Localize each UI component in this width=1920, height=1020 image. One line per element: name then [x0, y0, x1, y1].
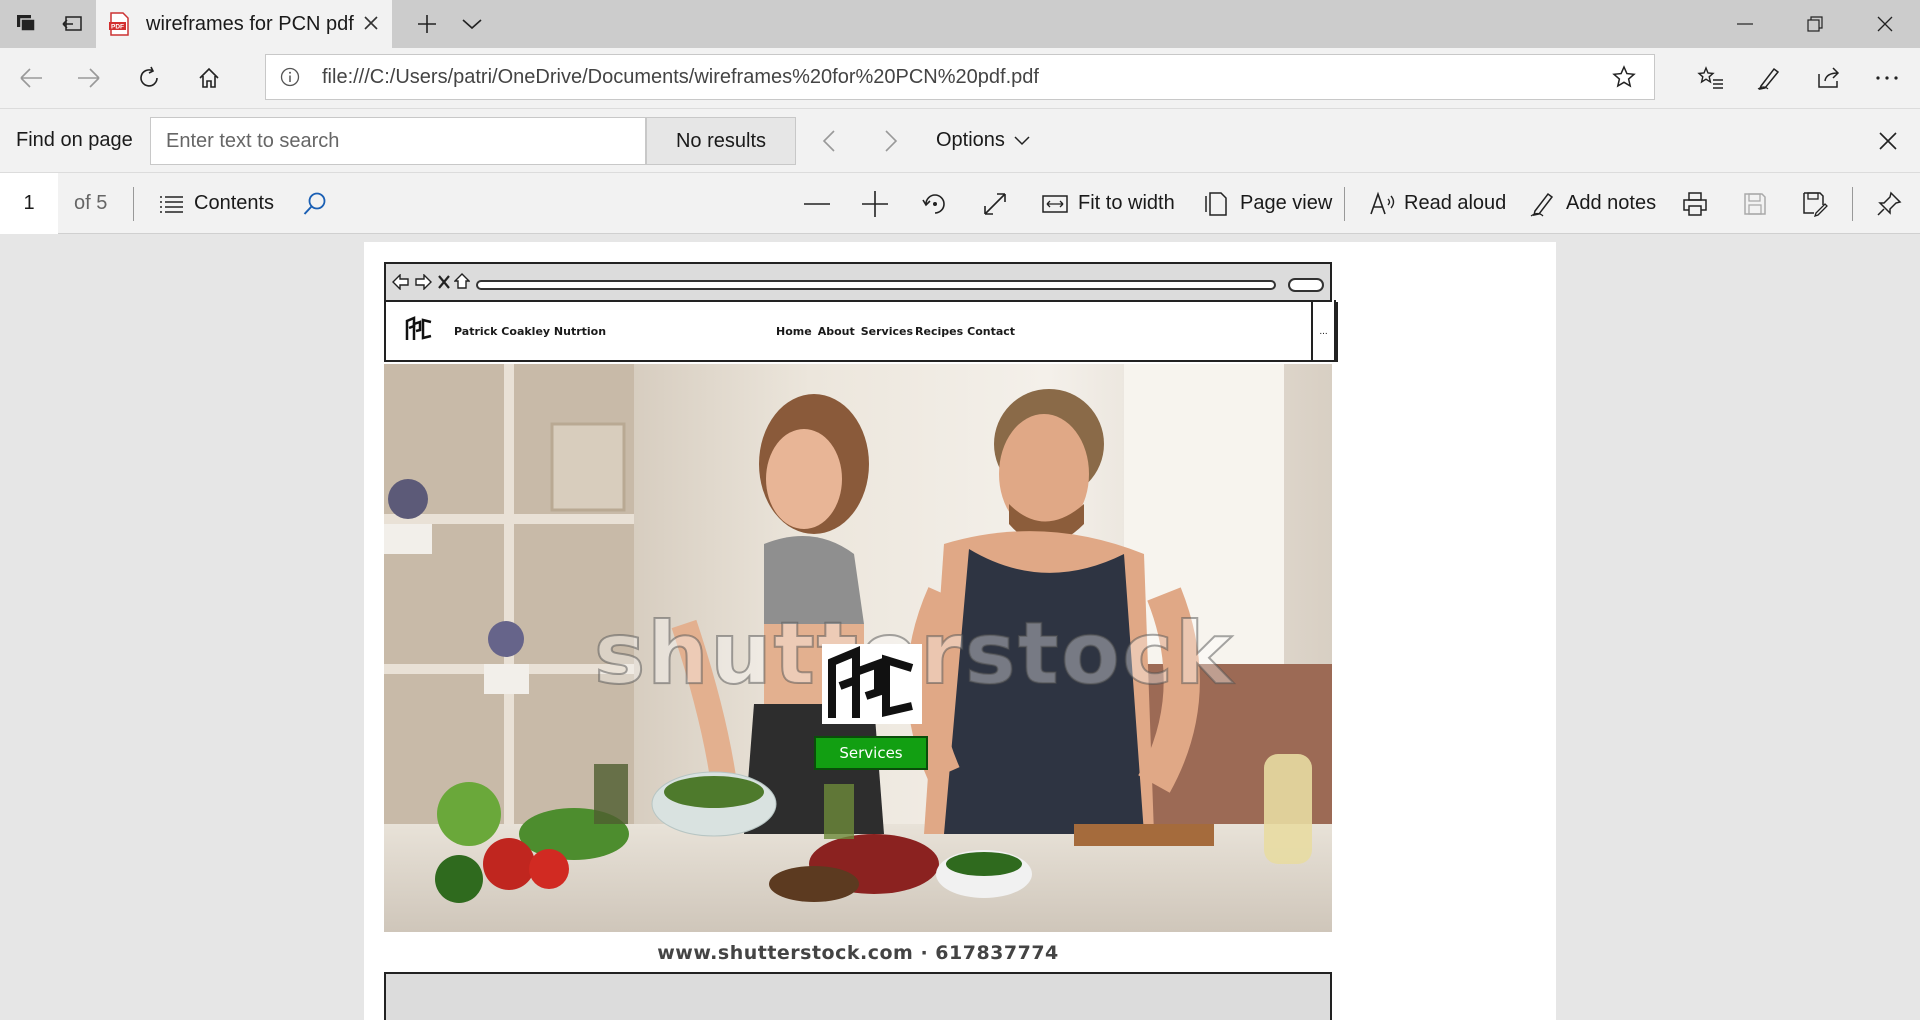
forward-arrow-icon[interactable]	[64, 48, 114, 108]
wireframe-nav-home: Home	[776, 325, 812, 338]
search-icon[interactable]	[298, 187, 332, 221]
save-icon[interactable]	[1738, 187, 1772, 221]
divider	[133, 187, 134, 221]
wireframe-url-bar	[476, 280, 1276, 290]
page-view-button[interactable]: Page view	[1240, 192, 1332, 215]
find-on-page-bar: Find on page No results Options	[0, 108, 1920, 172]
hero-photo: shutterstock Services	[384, 364, 1332, 932]
wireframe-content-section	[384, 972, 1332, 1020]
favorites-list-icon[interactable]	[1686, 48, 1736, 108]
wireframe-home-icon	[454, 273, 470, 289]
pin-toolbar-icon[interactable]	[1872, 187, 1906, 221]
tab-preview-chevron-down-icon[interactable]	[450, 0, 494, 48]
read-aloud-icon[interactable]	[1366, 187, 1400, 221]
contents-list-icon[interactable]	[155, 187, 189, 221]
restore-icon[interactable]	[1790, 0, 1840, 48]
fit-to-width-icon[interactable]	[1038, 187, 1072, 221]
wireframe-back-arrow-icon	[392, 274, 410, 290]
home-icon[interactable]	[184, 48, 234, 108]
minimize-icon[interactable]	[1720, 0, 1770, 48]
save-as-icon[interactable]	[1798, 187, 1832, 221]
site-info-icon[interactable]	[280, 67, 300, 87]
wireframe-header: Patrick Coakley Nutrtion Home About Serv…	[384, 300, 1338, 362]
hero-logo-icon	[822, 644, 922, 724]
wireframe-brand-name: Patrick Coakley Nutrtion	[454, 325, 607, 338]
fit-to-width-button[interactable]: Fit to width	[1078, 192, 1175, 215]
rotate-icon[interactable]	[918, 187, 952, 221]
wireframe-forward-arrow-icon	[414, 274, 432, 290]
find-label: Find on page	[16, 129, 133, 151]
close-find-bar-icon[interactable]	[1878, 131, 1898, 151]
contents-button[interactable]: Contents	[194, 192, 274, 215]
set-tabs-aside-icon[interactable]	[50, 0, 94, 48]
back-arrow-icon[interactable]	[6, 48, 56, 108]
tab-active[interactable]: PDF wireframes for PCN pdf	[96, 0, 392, 48]
close-window-icon[interactable]	[1860, 0, 1910, 48]
pdf-document-area[interactable]: Patrick Coakley Nutrtion Home About Serv…	[0, 234, 1920, 1020]
url-text[interactable]: file:///C:/Users/patri/OneDrive/Document…	[322, 66, 1039, 89]
favorite-star-icon[interactable]	[1612, 65, 1636, 89]
find-next-chevron-icon[interactable]	[884, 129, 898, 153]
find-options-label: Options	[936, 129, 1005, 151]
add-notes-pen-icon[interactable]	[1526, 187, 1560, 221]
wireframe-nav-links: Home About Services Recipes Contact	[776, 325, 1015, 338]
add-notes-button[interactable]: Add notes	[1566, 192, 1656, 215]
chevron-down-icon	[1013, 135, 1031, 147]
wireframe-logo-icon	[404, 316, 434, 342]
tab-manager-icon[interactable]	[4, 0, 48, 48]
find-results-count: No results	[646, 117, 796, 165]
wireframe-close-icon	[438, 275, 450, 289]
read-aloud-button[interactable]: Read aloud	[1404, 192, 1506, 215]
address-bar[interactable]: file:///C:/Users/patri/OneDrive/Document…	[265, 54, 1655, 100]
page-number-input[interactable]: 1	[0, 173, 58, 234]
refresh-icon[interactable]	[124, 48, 174, 108]
page-total: of 5	[74, 192, 108, 214]
share-icon[interactable]	[1804, 48, 1854, 108]
wireframe-nav-recipes: Recipes	[915, 325, 964, 338]
find-options-dropdown[interactable]: Options	[936, 129, 1031, 152]
find-search-input[interactable]	[150, 117, 646, 165]
pdf-page: Patrick Coakley Nutrtion Home About Serv…	[364, 242, 1556, 1020]
close-tab-icon[interactable]	[362, 14, 380, 32]
wireframe-nav-contact: Contact	[967, 325, 1016, 338]
wireframe-nav-about: About	[817, 325, 855, 338]
wireframe-nav-services: Services	[860, 325, 914, 338]
tab-bar: PDF wireframes for PCN pdf	[0, 0, 1920, 48]
wireframe-search-field	[1288, 278, 1324, 292]
svg-text:PDF: PDF	[111, 24, 124, 31]
wireframe-browser-bar	[384, 262, 1332, 302]
zoom-out-icon[interactable]	[800, 187, 834, 221]
divider	[1344, 187, 1345, 221]
pdf-file-icon: PDF	[108, 12, 130, 36]
web-note-pen-icon[interactable]	[1744, 48, 1794, 108]
fullscreen-expand-icon[interactable]	[978, 187, 1012, 221]
pdf-toolbar: 1 of 5 Contents Fit to width Page view R…	[0, 172, 1920, 234]
zoom-in-icon[interactable]	[858, 187, 892, 221]
services-button[interactable]: Services	[814, 736, 928, 770]
wireframe-menu-icon: ...	[1311, 300, 1336, 362]
print-icon[interactable]	[1678, 187, 1712, 221]
find-previous-chevron-icon[interactable]	[822, 129, 836, 153]
image-caption: www.shutterstock.com · 617837774	[657, 942, 1059, 964]
divider	[1852, 187, 1853, 221]
page-view-icon[interactable]	[1200, 187, 1234, 221]
tab-title: wireframes for PCN pdf	[146, 12, 354, 35]
more-options-icon[interactable]	[1862, 48, 1912, 108]
navigation-bar: file:///C:/Users/patri/OneDrive/Document…	[0, 48, 1920, 108]
new-tab-icon[interactable]	[405, 0, 449, 48]
